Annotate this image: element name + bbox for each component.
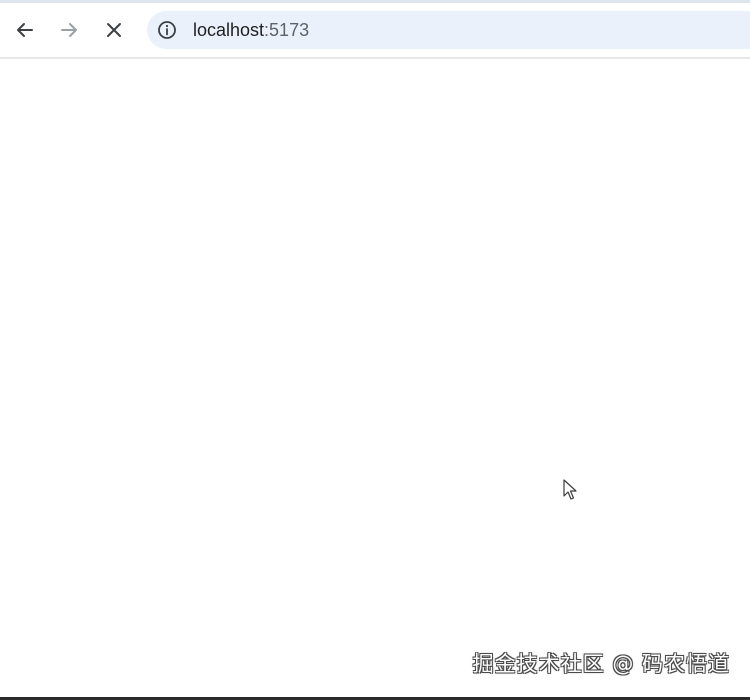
close-icon — [105, 21, 123, 39]
browser-window: localhost:5173 掘金技术社区 @ 码农悟道 — [0, 0, 750, 700]
url-port: :5173 — [264, 20, 310, 40]
url-text[interactable]: localhost:5173 — [193, 20, 309, 40]
back-arrow-icon — [15, 20, 35, 40]
site-info-icon[interactable] — [155, 18, 179, 42]
stop-loading-button[interactable] — [98, 12, 130, 48]
page-content — [0, 59, 750, 697]
forward-arrow-icon — [59, 20, 79, 40]
browser-toolbar: localhost:5173 — [0, 3, 750, 57]
address-bar[interactable]: localhost:5173 — [147, 11, 750, 49]
forward-button[interactable] — [53, 12, 85, 48]
mouse-cursor-icon — [563, 479, 579, 503]
watermark-text: 掘金技术社区 @ 码农悟道 — [472, 652, 730, 676]
url-host: localhost — [193, 20, 265, 40]
back-button[interactable] — [9, 12, 41, 48]
